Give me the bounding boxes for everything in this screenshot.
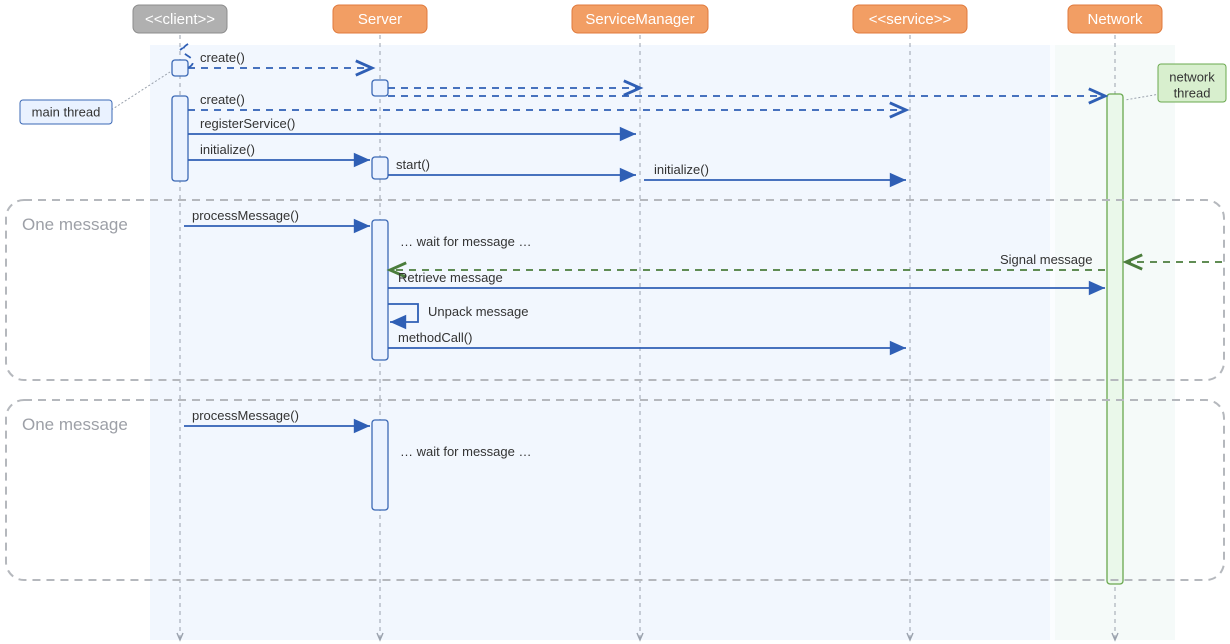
callout-main-thread-text: main thread bbox=[32, 104, 101, 119]
callout-network-thread-text1: network bbox=[1169, 69, 1215, 84]
participant-service: <<service>> bbox=[853, 5, 967, 33]
msg-start-label: start() bbox=[396, 157, 430, 172]
participant-server: Server bbox=[333, 5, 427, 33]
participant-client: <<client>> bbox=[133, 5, 227, 33]
activation-client-main bbox=[172, 96, 188, 181]
msg-retrieve-label: Retrieve message bbox=[398, 270, 503, 285]
activation-network bbox=[1107, 94, 1123, 584]
svg-text:<<client>>: <<client>> bbox=[145, 11, 215, 28]
svg-text:ServiceManager: ServiceManager bbox=[585, 11, 694, 28]
msg-process2-label: processMessage() bbox=[192, 408, 299, 423]
msg-methodcall-label: methodCall() bbox=[398, 330, 472, 345]
participant-manager: ServiceManager bbox=[572, 5, 708, 33]
msg-wait2-label: … wait for message … bbox=[400, 444, 532, 459]
msg-unpack-label: Unpack message bbox=[428, 304, 528, 319]
msg-initialize-label: initialize() bbox=[200, 142, 255, 157]
msg-process1-label: processMessage() bbox=[192, 208, 299, 223]
msg-initialize2-label: initialize() bbox=[654, 162, 709, 177]
msg-register-label: registerService() bbox=[200, 116, 295, 131]
svg-text:<<service>>: <<service>> bbox=[869, 11, 952, 28]
activation-server-proc1 bbox=[372, 220, 388, 360]
svg-text:Server: Server bbox=[358, 11, 402, 28]
msg-signal-label: Signal message bbox=[1000, 252, 1093, 267]
svg-text:Network: Network bbox=[1087, 11, 1143, 28]
msg-wait1-label: … wait for message … bbox=[400, 234, 532, 249]
activation-server-small bbox=[372, 80, 388, 96]
callout-network-thread-text2: thread bbox=[1174, 85, 1211, 100]
msg-create1-label: create() bbox=[200, 50, 245, 65]
msg-create2-label: create() bbox=[200, 92, 245, 107]
activation-server-start bbox=[372, 157, 388, 179]
activation-server-proc2 bbox=[372, 420, 388, 510]
fragment-one-message-2-label: One message bbox=[22, 415, 128, 434]
fragment-one-message-1-label: One message bbox=[22, 215, 128, 234]
sequence-diagram: <<client>> Server ServiceManager <<servi… bbox=[0, 0, 1230, 644]
activation-client-small bbox=[172, 60, 188, 76]
participant-network: Network bbox=[1068, 5, 1162, 33]
